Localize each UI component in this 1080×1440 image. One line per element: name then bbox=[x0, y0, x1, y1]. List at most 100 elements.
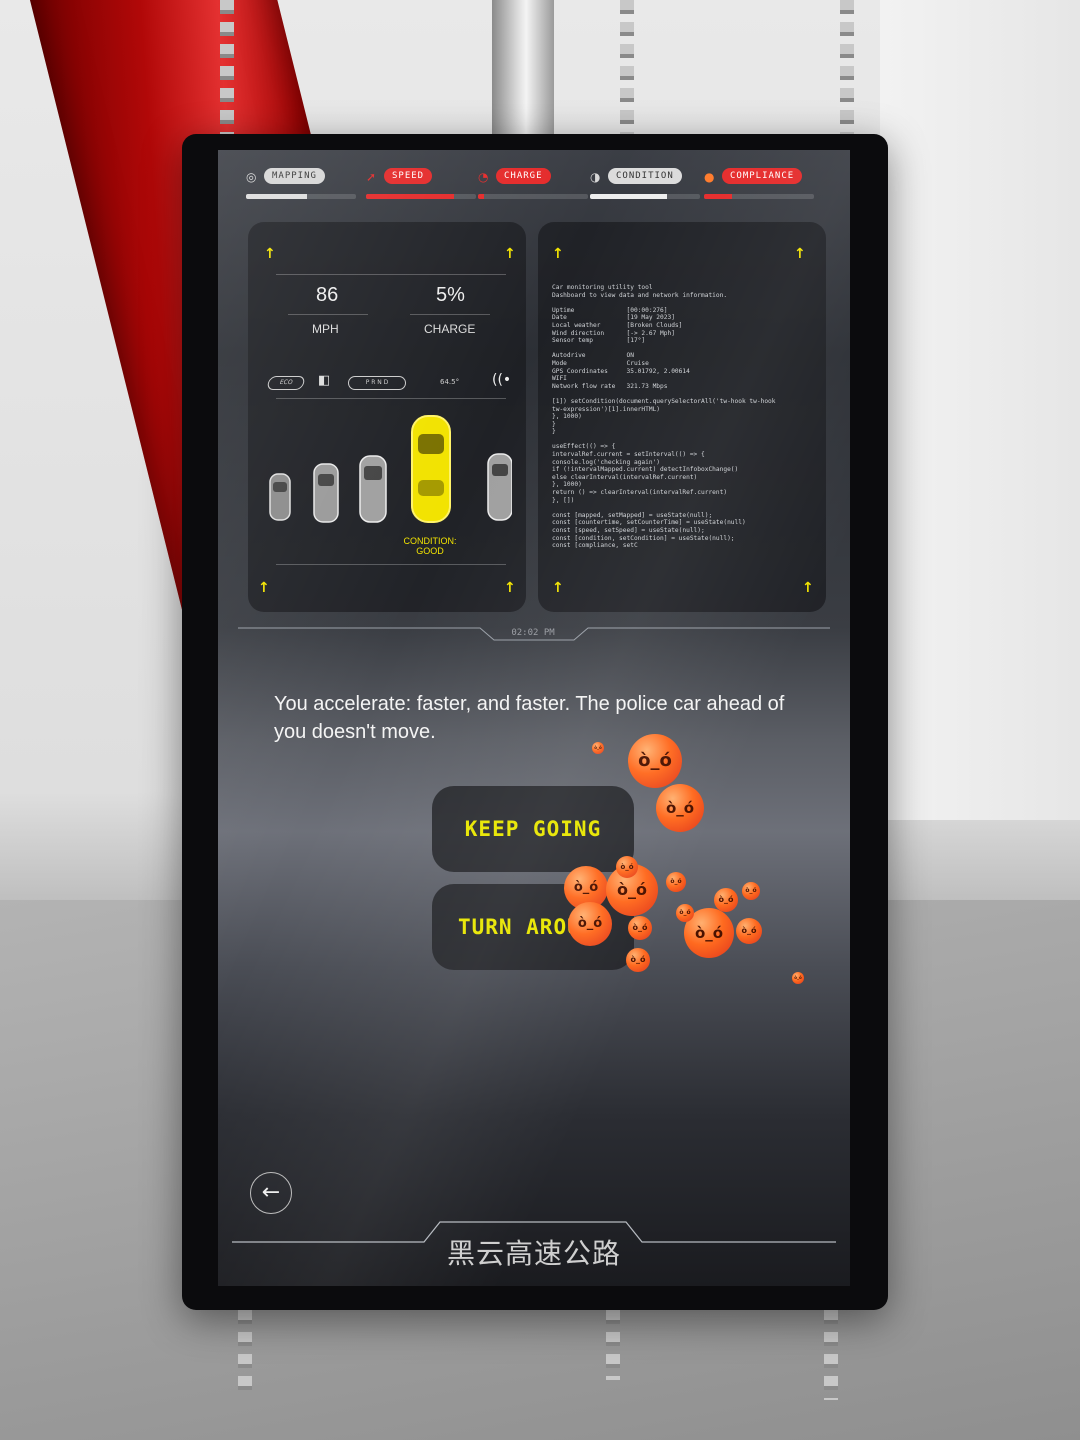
status-condition: ◑ CONDITION bbox=[590, 168, 706, 212]
terminal-line: } bbox=[552, 428, 556, 436]
terminal-line: Date [19 May 2023] bbox=[552, 314, 675, 322]
speed-icon: ➚ bbox=[366, 170, 377, 184]
keep-going-button[interactable]: KEEP GOING bbox=[432, 786, 634, 872]
terminal-line: }, []) bbox=[552, 496, 575, 504]
footer-title: 黑云高速公路 bbox=[446, 1237, 621, 1270]
terminal-line: Local weather [Broken Clouds] bbox=[552, 321, 683, 329]
status-speed: ➚ SPEED bbox=[366, 168, 482, 212]
charge-unit: CHARGE bbox=[424, 322, 476, 336]
hanging-chain bbox=[238, 1310, 252, 1390]
condition-status: CONDITION: GOOD bbox=[403, 536, 457, 556]
corner-arrow-icon: ↑ bbox=[258, 580, 270, 596]
terminal-line: GPS Coordinates 35.01792, 2.00614 bbox=[552, 367, 690, 375]
story-text: You accelerate: faster, and faster. The … bbox=[274, 693, 785, 743]
wrench-icon: ◑ bbox=[590, 170, 601, 184]
car-option[interactable] bbox=[269, 473, 291, 521]
angry-face-icon: ò_ó bbox=[666, 872, 686, 892]
hanging-chain bbox=[220, 0, 234, 140]
hanging-chain bbox=[824, 1310, 838, 1400]
background-wall bbox=[880, 0, 1080, 820]
hanging-chain bbox=[606, 1310, 620, 1380]
status-mapping: ◎ MAPPING bbox=[246, 168, 362, 212]
gear-selector[interactable]: P R N D bbox=[348, 376, 406, 390]
terminal-line: Autodrive ON bbox=[552, 352, 634, 360]
angry-face-icon: ò_ó bbox=[626, 948, 650, 972]
speed-value: 86 bbox=[316, 284, 339, 306]
headlight-icon: ◧ bbox=[318, 373, 331, 388]
angry-face-icon: ò_ó bbox=[616, 856, 638, 878]
angry-face-icon: ò_ó bbox=[628, 916, 652, 940]
speed-unit: MPH bbox=[312, 322, 339, 336]
terminal-line: tw-expression')[1].innerHTML) bbox=[552, 405, 661, 413]
terminal-line: Mode Cruise bbox=[552, 359, 649, 367]
corner-arrow-icon: ↑ bbox=[264, 246, 276, 262]
corner-arrow-icon: ↑ bbox=[552, 580, 564, 596]
terminal-output: Car monitoring utility tool Dashboard to … bbox=[552, 284, 776, 550]
terminal-line: return () => clearInterval(intervalRef.c… bbox=[552, 489, 728, 497]
angry-face-icon: ò_ó bbox=[592, 742, 604, 754]
status-label: MAPPING bbox=[264, 168, 325, 184]
charge-icon: ◔ bbox=[478, 170, 489, 184]
back-button[interactable]: ← bbox=[250, 1172, 292, 1214]
mounting-pole bbox=[492, 0, 554, 150]
terminal-line: } bbox=[552, 420, 556, 428]
terminal-line: useEffect(() => { bbox=[552, 443, 616, 451]
angry-face-icon: ò_ó bbox=[628, 734, 682, 788]
target-icon: ◎ bbox=[246, 170, 257, 184]
corner-arrow-icon: ↑ bbox=[504, 580, 516, 596]
terminal-line: const [speed, setSpeed] = useState(null)… bbox=[552, 527, 705, 534]
terminal-line: const [compliance, setC bbox=[552, 542, 638, 550]
arrow-left-icon: ← bbox=[261, 1180, 281, 1205]
selected-car[interactable] bbox=[411, 415, 451, 523]
corner-arrow-icon: ↑ bbox=[552, 246, 564, 262]
angry-face-icon: ò_ó bbox=[736, 918, 762, 944]
status-charge: ◔ CHARGE bbox=[478, 168, 594, 212]
charge-value: 5% bbox=[436, 284, 465, 306]
terminal-line: const [mapped, setMapped] = useState(nul… bbox=[552, 511, 713, 519]
terminal-line: const [condition, setCondition] = useSta… bbox=[552, 534, 735, 542]
angry-face-icon: ò_ó bbox=[656, 784, 704, 832]
car-option[interactable] bbox=[487, 453, 512, 521]
terminal-line: Uptime [00:00:276] bbox=[552, 306, 668, 314]
game-screen: ◎ MAPPING ➚ SPEED ◔ CHARGE ◑ CONDITION ●… bbox=[218, 150, 850, 1286]
wifi-icon: ((• bbox=[492, 372, 512, 388]
status-label: CHARGE bbox=[496, 168, 551, 184]
temperature-readout: 64.5° bbox=[440, 378, 460, 386]
status-bar: ◎ MAPPING ➚ SPEED ◔ CHARGE ◑ CONDITION ●… bbox=[246, 164, 826, 220]
eco-mode-pill[interactable]: ECO bbox=[266, 376, 306, 390]
corner-arrow-icon: ↑ bbox=[504, 246, 516, 262]
angry-face-icon: ò_ó bbox=[568, 902, 612, 946]
terminal-line: Network flow rate 321.73 Mbps bbox=[552, 382, 668, 390]
terminal-line: }, 1000) bbox=[552, 481, 582, 489]
hanging-chain bbox=[840, 0, 854, 140]
corner-arrow-icon: ↑ bbox=[794, 246, 806, 262]
car-option[interactable] bbox=[313, 463, 339, 523]
terminal-panel: ↑ ↑ Car monitoring utility tool Dashboard… bbox=[538, 222, 826, 612]
clock: 02:02 PM bbox=[511, 628, 555, 638]
status-label: CONDITION bbox=[608, 168, 682, 184]
angry-face-icon: ò_ó bbox=[792, 972, 804, 984]
terminal-line: Dashboard to view data and network infor… bbox=[552, 291, 728, 299]
terminal-line: WIFI bbox=[552, 375, 567, 383]
corner-arrow-icon: ↑ bbox=[802, 580, 814, 596]
terminal-line: }, 1000) bbox=[552, 413, 582, 421]
status-compliance: ● COMPLIANCE bbox=[704, 168, 820, 212]
terminal-line: else clearInterval(intervalRef.current) bbox=[552, 473, 698, 481]
terminal-line: const [countertime, setCounterTime] = us… bbox=[552, 519, 746, 527]
angry-face-icon: ● bbox=[704, 170, 715, 184]
dashboard-panel: ↑ ↑ 86 5% MPH CHARGE ECO ◧ P R N D 64.5°… bbox=[248, 222, 526, 612]
terminal-line: if (!intervalMapped.current) detectInfob… bbox=[552, 466, 739, 474]
terminal-line: Car monitoring utility tool bbox=[552, 284, 653, 291]
status-label: COMPLIANCE bbox=[722, 168, 803, 184]
terminal-line: [1]) setCondition(document.querySelector… bbox=[552, 397, 776, 405]
car-selector bbox=[269, 415, 512, 523]
car-option[interactable] bbox=[359, 455, 387, 523]
angry-face-icon: ò_ó bbox=[742, 882, 760, 900]
angry-face-icon: ò_ó bbox=[714, 888, 738, 912]
hanging-chain bbox=[620, 0, 634, 140]
